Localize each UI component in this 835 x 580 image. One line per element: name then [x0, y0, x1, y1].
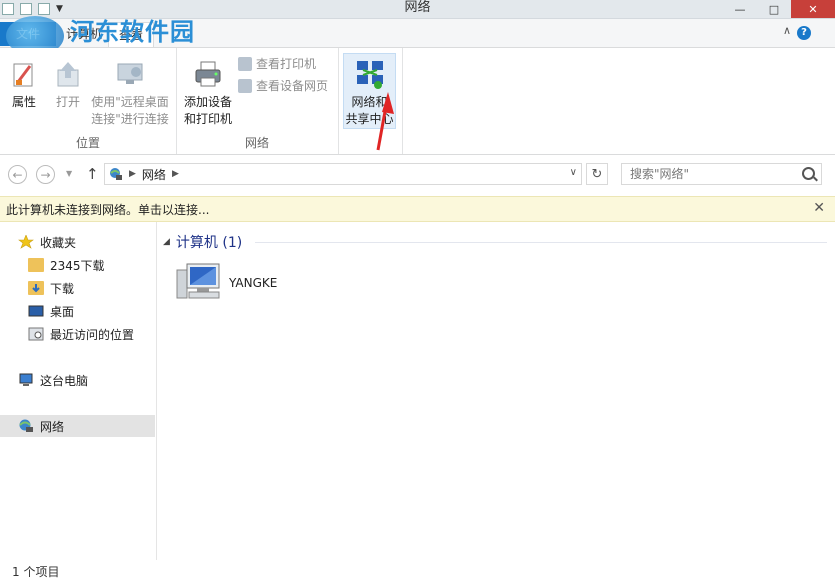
search-box: [621, 163, 822, 185]
computer-icon: [18, 373, 34, 387]
minimize-button[interactable]: —: [723, 0, 757, 18]
navigation-pane: 收藏夹 2345下载 下载 桌面 最近访问的位置 这台电脑 网络: [0, 222, 157, 560]
red-arrow-annotation-icon: [376, 92, 394, 151]
network-computer-item[interactable]: YANGKE: [175, 262, 277, 304]
device-webpage-icon: [238, 78, 252, 93]
view-printers-button[interactable]: 查看打印机: [238, 55, 316, 72]
tab-view[interactable]: 查看: [108, 22, 155, 47]
infobar-close-icon[interactable]: ✕: [813, 200, 825, 216]
nav-item-label: 下载: [50, 281, 75, 296]
view-printers-label: 查看打印机: [256, 57, 317, 71]
item-count: 1 个项目: [12, 565, 60, 579]
view-device-page-button[interactable]: 查看设备网页: [238, 77, 328, 94]
recent-locations-chevron-icon[interactable]: ▼: [66, 169, 72, 178]
maximize-button[interactable]: □: [757, 0, 791, 18]
nav-this-pc[interactable]: 这台电脑: [18, 369, 88, 391]
close-button[interactable]: ✕: [791, 0, 835, 18]
back-button[interactable]: ←: [8, 165, 27, 184]
title-bar: ▼ 网络 — □ ✕: [0, 0, 835, 19]
breadcrumb-network[interactable]: 网络: [142, 166, 166, 183]
group-divider: [255, 242, 827, 243]
tab-file[interactable]: 文件: [0, 22, 56, 46]
open-icon: [52, 58, 84, 90]
properties-button[interactable]: 属性: [6, 58, 42, 111]
content-pane: ◢ 计算机 (1) YANGKE: [157, 222, 835, 560]
desktop-icon: [28, 304, 44, 318]
status-bar: 1 个项目: [0, 560, 835, 579]
remote-desktop-label-2: 连接"进行连接: [91, 112, 169, 126]
computer-name-label: YANGKE: [229, 276, 278, 290]
network-computer-icon: [175, 262, 223, 304]
network-group-label: 网络: [244, 136, 269, 150]
remote-desktop-button[interactable]: 使用"远程桌面 连接"进行连接: [88, 58, 172, 128]
search-icon[interactable]: [802, 167, 815, 180]
group-collapse-triangle-icon[interactable]: ◢: [163, 237, 170, 247]
nav-item-label: 2345下载: [50, 258, 105, 273]
up-button[interactable]: ↑: [86, 165, 99, 183]
collapse-ribbon-icon[interactable]: ∧: [783, 24, 791, 37]
breadcrumb-chevron-icon[interactable]: ▶: [172, 169, 179, 179]
open-button[interactable]: 打开: [50, 58, 86, 111]
properties-icon: [8, 58, 40, 90]
remote-desktop-label-1: 使用"远程桌面: [91, 95, 169, 109]
add-device-label-1: 添加设备: [183, 95, 232, 109]
printers-grid-icon: [238, 56, 252, 71]
add-device-printer-button[interactable]: 添加设备 和打印机: [180, 58, 236, 128]
folder-icon: [28, 258, 44, 272]
network-globe-icon: [109, 167, 123, 181]
window-controls: — □ ✕: [723, 0, 835, 18]
navigation-bar: ← → ▼ ↑ ▶ 网络 ▶ ∨ ↻: [0, 161, 835, 189]
network-sharing-icon: [354, 58, 386, 90]
remote-desktop-icon: [114, 58, 146, 90]
nav-item-label: 最近访问的位置: [50, 327, 135, 342]
nav-item-label: 桌面: [50, 304, 75, 319]
network-discovery-infobar[interactable]: 此计算机未连接到网络。单击以连接... ✕: [0, 196, 835, 222]
forward-button[interactable]: →: [36, 165, 55, 184]
breadcrumb-separator-icon[interactable]: ▶: [129, 169, 136, 179]
printer-icon: [192, 58, 224, 90]
nav-favorites[interactable]: 收藏夹: [18, 231, 76, 253]
open-label: 打开: [55, 95, 80, 109]
ribbon: 属性 打开 使用"远程桌面 连接"进行连接 位置 添加设备 和打印机 查看打印机…: [0, 48, 835, 155]
ribbon-tabs: 文件 计算机 查看 ∧ ?: [0, 19, 835, 48]
properties-label: 属性: [11, 95, 36, 109]
computer-group-title: 计算机 (1): [175, 235, 243, 251]
nav-item-downloads[interactable]: 下载: [28, 277, 74, 299]
ribbon-group-network: 添加设备 和打印机 查看打印机 查看设备网页 网络: [176, 48, 339, 154]
nav-this-pc-label: 这台电脑: [40, 373, 89, 388]
nav-item-desktop[interactable]: 桌面: [28, 300, 74, 322]
nav-favorites-label: 收藏夹: [40, 235, 77, 250]
nav-network[interactable]: 网络: [0, 415, 155, 437]
nav-item-2345-download[interactable]: 2345下载: [28, 254, 105, 276]
network-globe-icon: [18, 419, 34, 433]
computer-group-header[interactable]: ◢ 计算机 (1): [163, 232, 242, 252]
help-icon[interactable]: ?: [797, 26, 811, 40]
star-icon: [18, 234, 34, 249]
infobar-message[interactable]: 此计算机未连接到网络。单击以连接...: [6, 201, 209, 218]
tab-computer[interactable]: 计算机: [66, 25, 102, 42]
downloads-folder-icon: [28, 281, 44, 295]
search-input[interactable]: [622, 164, 808, 184]
window-title: 网络: [404, 0, 431, 15]
add-device-label-2: 和打印机: [183, 112, 232, 126]
refresh-button[interactable]: ↻: [586, 163, 608, 185]
nav-item-recent-places[interactable]: 最近访问的位置: [28, 323, 134, 345]
nav-network-label: 网络: [40, 419, 65, 434]
ribbon-group-location: 属性 打开 使用"远程桌面 连接"进行连接 位置: [0, 48, 177, 154]
recent-places-icon: [28, 327, 44, 341]
address-dropdown-chevron-icon[interactable]: ∨: [570, 167, 577, 178]
view-device-page-label: 查看设备网页: [256, 79, 329, 93]
address-bar[interactable]: ▶ 网络 ▶ ∨: [104, 163, 582, 185]
location-group-label: 位置: [75, 136, 100, 150]
